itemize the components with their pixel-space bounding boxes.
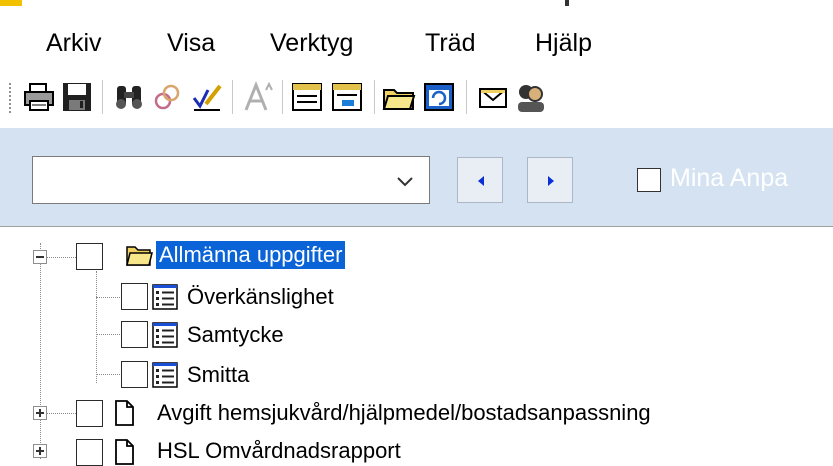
- app-icon: [0, 0, 22, 6]
- record-combobox[interactable]: [32, 156, 430, 204]
- window-icon[interactable]: [290, 80, 324, 114]
- tree-node-label[interactable]: Smitta: [187, 361, 249, 389]
- binoculars-icon[interactable]: [112, 80, 146, 114]
- previous-button[interactable]: [457, 157, 503, 203]
- printer-icon[interactable]: [22, 80, 56, 114]
- save-icon[interactable]: [60, 80, 94, 114]
- pencil-check-icon[interactable]: [190, 80, 224, 114]
- chevron-down-icon[interactable]: [395, 171, 415, 191]
- collapse-toggle[interactable]: [33, 250, 47, 264]
- arrow-right-icon: [548, 176, 554, 186]
- document-list-icon: [151, 361, 179, 389]
- node-checkbox[interactable]: [121, 283, 148, 310]
- document-icon: [110, 399, 138, 427]
- document-list-icon: [151, 321, 179, 349]
- node-checkbox[interactable]: [76, 400, 103, 427]
- node-checkbox[interactable]: [121, 361, 148, 388]
- tree-node-label[interactable]: Överkänslighet: [187, 283, 334, 311]
- title-text-fragment: [565, 0, 569, 6]
- font-a-icon[interactable]: [240, 80, 274, 114]
- arrow-left-icon: [478, 176, 484, 186]
- tree-connector: [96, 271, 97, 383]
- tree-connector: [96, 334, 120, 335]
- menu-arkiv[interactable]: Arkiv: [46, 29, 102, 57]
- mina-anpassningar-checkbox[interactable]: [637, 168, 661, 192]
- toolbar-separator: [374, 80, 375, 114]
- folder-open-icon[interactable]: [382, 80, 416, 114]
- document-icon: [110, 438, 138, 466]
- envelope-icon[interactable]: [476, 80, 510, 114]
- tree-connector: [40, 243, 41, 459]
- menu-bar: Arkiv Visa Verktyg Träd Hjälp: [0, 10, 833, 66]
- tree-view: Allmänna uppgifter Överkänslighet Samtyc…: [0, 226, 833, 466]
- folder-open-icon: [125, 241, 153, 269]
- menu-hjalp[interactable]: Hjälp: [535, 29, 592, 57]
- node-checkbox[interactable]: [76, 243, 103, 270]
- toolbar-grip[interactable]: [8, 82, 12, 114]
- tree-node-label[interactable]: Samtycke: [187, 321, 284, 349]
- people-icon[interactable]: [514, 80, 548, 114]
- filter-bar: Mina Anpa: [0, 128, 833, 226]
- expand-toggle[interactable]: [33, 406, 47, 420]
- tree-connector: [96, 297, 120, 298]
- document-list-icon: [151, 283, 179, 311]
- node-checkbox[interactable]: [121, 321, 148, 348]
- menu-trad[interactable]: Träd: [425, 29, 475, 57]
- menu-visa[interactable]: Visa: [167, 29, 215, 57]
- node-checkbox[interactable]: [76, 439, 103, 466]
- tree-node-label[interactable]: HSL Omvårdnadsrapport: [157, 437, 401, 465]
- toolbar: [0, 66, 833, 128]
- tree-node-label[interactable]: Allmänna uppgifter: [154, 240, 347, 270]
- mina-anpassningar-label: Mina Anpa: [670, 164, 789, 192]
- window-list-icon[interactable]: [330, 80, 364, 114]
- title-bar: [0, 0, 833, 10]
- next-button[interactable]: [527, 157, 573, 203]
- expand-toggle[interactable]: [33, 444, 47, 458]
- tree-connector: [96, 374, 120, 375]
- toolbar-separator: [466, 80, 467, 114]
- toolbar-separator: [232, 80, 233, 114]
- window-refresh-icon[interactable]: [422, 80, 456, 114]
- tree-node-label[interactable]: Avgift hemsjukvård/hjälpmedel/bostadsanp…: [157, 399, 651, 427]
- toolbar-separator: [282, 80, 283, 114]
- toolbar-separator: [102, 80, 103, 114]
- menu-verktyg[interactable]: Verktyg: [270, 29, 353, 57]
- link-rings-icon[interactable]: [150, 80, 184, 114]
